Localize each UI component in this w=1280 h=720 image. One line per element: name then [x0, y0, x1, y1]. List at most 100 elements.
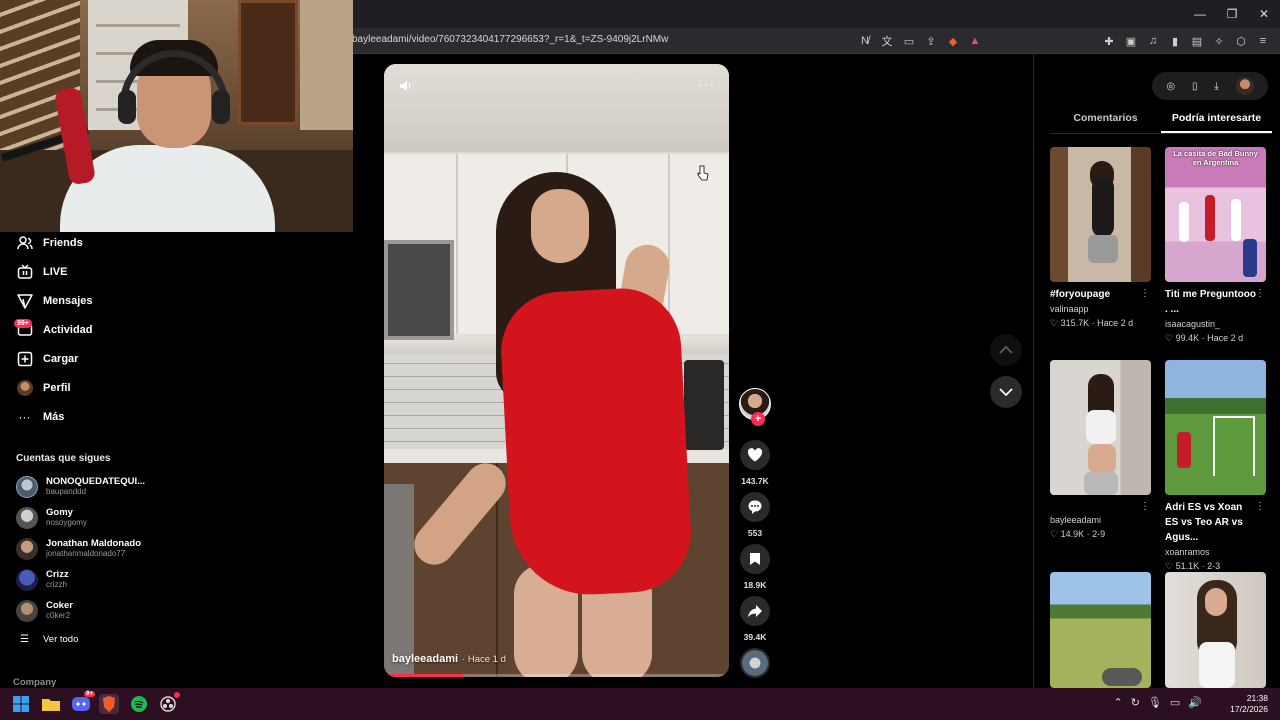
- sidebar-item-profile[interactable]: Perfil: [16, 377, 71, 399]
- sidebar-item-more[interactable]: ··· Más: [16, 406, 65, 428]
- sidebar-item-friends[interactable]: Friends: [16, 232, 83, 254]
- video-meta: bayleeadami · Hace 1 d: [392, 653, 506, 665]
- sync-icon[interactable]: ↻: [1131, 696, 1140, 709]
- card-author[interactable]: bayleeadami: [1050, 513, 1152, 527]
- suggested-video-card[interactable]: [1050, 572, 1152, 688]
- window-controls: — ❐ ✕: [1184, 0, 1280, 28]
- account-handle: crizzh: [46, 580, 67, 589]
- reader-mode-icon[interactable]: N̸: [856, 32, 874, 50]
- screenshot-icon[interactable]: ▣: [1122, 32, 1140, 50]
- obs-studio-icon[interactable]: [158, 692, 180, 714]
- headset-ear-right: [212, 90, 230, 124]
- minimize-button[interactable]: —: [1184, 0, 1216, 28]
- suggested-video-card[interactable]: La casita de Bad Bunny en Argentina ⋮ Ti…: [1165, 147, 1267, 345]
- card-author[interactable]: isaacagustin_: [1165, 317, 1267, 331]
- share-icon[interactable]: ⇪: [922, 32, 940, 50]
- following-account[interactable]: NONOQUEDATEQUI... baupanddd: [16, 474, 145, 500]
- compass-icon[interactable]: ◎: [1166, 81, 1175, 92]
- account-name: Jonathan Maldonado: [46, 538, 141, 549]
- webcam-door: [238, 0, 298, 125]
- suggested-video-card[interactable]: [1165, 572, 1267, 688]
- close-button[interactable]: ✕: [1248, 0, 1280, 28]
- card-author[interactable]: valinaapp: [1050, 302, 1152, 316]
- video-thumbnail[interactable]: [1050, 360, 1151, 495]
- card-more-icon[interactable]: ⋮: [1140, 288, 1150, 299]
- suggested-video-card[interactable]: ⋮ Adri ES vs Xoan ES vs Teo AR vs Agus..…: [1165, 360, 1267, 573]
- card-more-icon[interactable]: ⋮: [1255, 288, 1265, 299]
- sidebar-item-upload[interactable]: Cargar: [16, 348, 78, 370]
- video-thumbnail[interactable]: [1050, 572, 1151, 688]
- following-account[interactable]: Gomy nosoygomy: [16, 505, 87, 531]
- menu-icon[interactable]: ≡: [1254, 32, 1272, 50]
- follow-plus-icon[interactable]: +: [751, 412, 765, 426]
- video-thumbnail[interactable]: La casita de Bad Bunny en Argentina: [1165, 147, 1266, 282]
- video-username[interactable]: bayleeadami: [392, 653, 458, 665]
- previous-video-button[interactable]: [990, 334, 1022, 366]
- card-more-icon[interactable]: ⋮: [1255, 501, 1265, 512]
- thumb-person-skirt: [1088, 235, 1118, 263]
- taskbar-clock[interactable]: 21:38 17/2/2026: [1230, 693, 1268, 715]
- more-icon: ···: [18, 410, 31, 424]
- author-avatar-button[interactable]: +: [737, 388, 773, 426]
- thumb-person-top: [1199, 642, 1235, 688]
- following-account[interactable]: Crizz crizzh: [16, 567, 69, 593]
- music-icon[interactable]: ♫: [1144, 32, 1162, 50]
- thumb-person: [1205, 195, 1215, 241]
- url-text[interactable]: bayleeadami/video/7607323404177296653?_r…: [352, 34, 668, 45]
- company-link[interactable]: Company: [13, 677, 56, 688]
- extensions-icon[interactable]: ✚: [1100, 32, 1118, 50]
- share-button[interactable]: 39.4K: [737, 596, 773, 642]
- leo-ai-icon[interactable]: ✧: [1210, 32, 1228, 50]
- discord-icon[interactable]: 9+: [71, 691, 95, 714]
- tab-suggestions[interactable]: Podría interesarte: [1161, 110, 1272, 133]
- avatar[interactable]: [1235, 77, 1254, 95]
- sidebar-item-messages[interactable]: Mensajes: [16, 290, 93, 312]
- vpn-icon[interactable]: ⬡: [1232, 32, 1250, 50]
- like-button[interactable]: 143.7K: [737, 440, 773, 486]
- comment-button[interactable]: 553: [737, 492, 773, 538]
- volume-icon[interactable]: [398, 78, 414, 94]
- thumb-person: [1243, 239, 1257, 277]
- more-options-icon[interactable]: ···: [698, 76, 715, 92]
- video-thumbnail[interactable]: [1165, 572, 1266, 688]
- brave-rewards-icon[interactable]: ▲: [966, 32, 984, 50]
- following-account[interactable]: Jonathan Maldonado jonathanmaldonado77: [16, 536, 141, 562]
- video-thumbnail[interactable]: [1050, 147, 1151, 282]
- sidebar-toggle-icon[interactable]: ▮: [1166, 32, 1184, 50]
- thumb-player: [1177, 432, 1191, 468]
- sidebar-item-live[interactable]: LIVE: [16, 261, 67, 283]
- video-timestamp: · Hace 1 d: [462, 654, 506, 665]
- suggested-video-card[interactable]: ⋮ #foryoupage valinaapp ♡ 315.7K · Hace …: [1050, 147, 1152, 330]
- following-account[interactable]: Coker c0ker2: [16, 598, 73, 624]
- windows-start-icon[interactable]: [11, 694, 31, 714]
- tab-comments[interactable]: Comentarios: [1050, 110, 1161, 133]
- next-video-button[interactable]: [990, 376, 1022, 408]
- microphone-icon[interactable]: 🎙: [1148, 696, 1162, 709]
- account-name: NONOQUEDATEQUI...: [46, 476, 146, 487]
- spotify-icon[interactable]: [129, 694, 149, 714]
- file-explorer-icon[interactable]: [41, 694, 61, 714]
- wallet-icon[interactable]: ▤: [1188, 32, 1206, 50]
- card-author[interactable]: xoanramos: [1165, 545, 1267, 559]
- card-more-icon[interactable]: ⋮: [1140, 501, 1150, 512]
- video-player[interactable]: ··· bayleeadami · Hace 1 d: [384, 64, 729, 677]
- display-icon[interactable]: ▭: [1170, 696, 1180, 709]
- suggested-video-card[interactable]: ⋮ bayleeadami ♡ 14.9K · 2-9: [1050, 360, 1152, 541]
- avatar: +: [739, 388, 771, 426]
- video-progress-bar[interactable]: [384, 674, 729, 677]
- chevron-up-icon[interactable]: ⌃: [1113, 696, 1122, 709]
- phone-icon[interactable]: ▯: [1192, 81, 1198, 92]
- see-all-link[interactable]: ☰ Ver todo: [20, 634, 78, 645]
- panel-toolbar: ◎ ▯ ⤓: [1152, 72, 1268, 100]
- download-icon[interactable]: ⤓: [1214, 81, 1218, 92]
- maximize-button[interactable]: ❐: [1216, 0, 1248, 28]
- chevron-down-icon: [999, 383, 1013, 401]
- brave-shields-icon[interactable]: ◆: [944, 32, 962, 50]
- music-disc-button[interactable]: [737, 648, 773, 678]
- volume-icon[interactable]: 🔊: [1188, 696, 1202, 709]
- save-button[interactable]: 18.9K: [737, 544, 773, 590]
- video-thumbnail[interactable]: [1165, 360, 1266, 495]
- brave-browser-icon[interactable]: [99, 694, 119, 714]
- translate-icon[interactable]: 文: [878, 32, 896, 50]
- cast-icon[interactable]: ▭: [900, 32, 918, 50]
